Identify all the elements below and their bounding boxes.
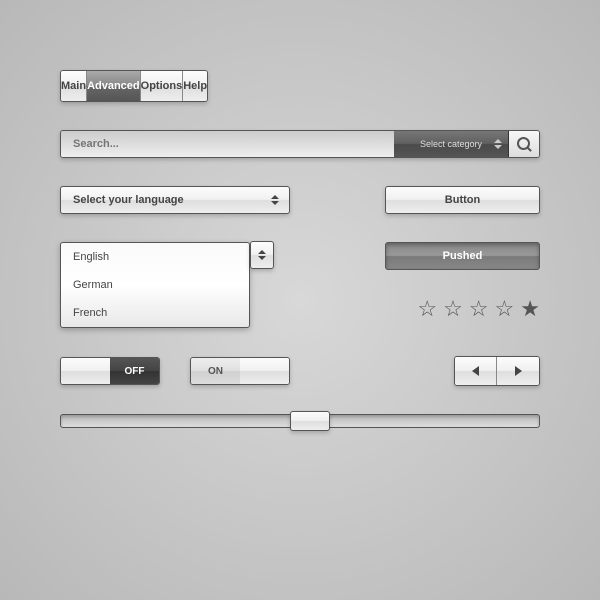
button-pushed[interactable]: Pushed <box>385 242 540 270</box>
nav-prev-button[interactable] <box>455 357 497 385</box>
toggle-label-off: OFF <box>110 358 159 384</box>
search-bar: Select category <box>60 130 540 158</box>
tab-main[interactable]: Main <box>61 71 87 101</box>
list-item[interactable]: German <box>61 271 249 299</box>
tab-advanced[interactable]: Advanced <box>87 71 141 101</box>
list-item[interactable]: English <box>61 243 249 271</box>
star-icon[interactable]: ☆ <box>417 296 437 322</box>
search-category-select[interactable]: Select category <box>394 131 509 157</box>
list-item[interactable]: French <box>61 299 249 327</box>
star-icon[interactable]: ☆ <box>443 296 463 322</box>
star-icon[interactable]: ☆ <box>469 296 489 322</box>
language-dropdown[interactable]: Select your language <box>60 186 290 214</box>
toggle-off[interactable]: OFF <box>60 357 160 385</box>
chevron-up-icon <box>258 250 266 254</box>
search-input[interactable] <box>61 131 394 157</box>
search-category-label: Select category <box>420 139 482 149</box>
nav-next-button[interactable] <box>497 357 539 385</box>
slider-thumb[interactable] <box>290 411 330 431</box>
search-button[interactable] <box>509 131 539 157</box>
nav-arrows <box>454 356 540 386</box>
language-dropdown-label: Select your language <box>73 194 184 206</box>
tab-bar: Main Advanced Options Help <box>60 70 208 102</box>
chevron-left-icon <box>472 366 479 376</box>
tab-options[interactable]: Options <box>141 71 184 101</box>
rating-stars: ☆ ☆ ☆ ☆ ★ <box>417 296 540 322</box>
toggle-label-on: ON <box>191 358 240 384</box>
button-normal[interactable]: Button <box>385 186 540 214</box>
search-icon <box>517 137 531 151</box>
tab-help[interactable]: Help <box>183 71 207 101</box>
star-icon[interactable]: ☆ <box>495 296 515 322</box>
toggle-knob <box>61 358 110 384</box>
slider-track[interactable] <box>60 414 540 428</box>
chevron-right-icon <box>515 366 522 376</box>
toggle-on[interactable]: ON <box>190 357 290 385</box>
language-listbox[interactable]: English German French <box>60 242 250 328</box>
spinner-icon <box>271 195 279 205</box>
listbox-stepper[interactable] <box>250 241 274 269</box>
toggle-knob <box>240 358 289 384</box>
star-icon[interactable]: ★ <box>520 296 540 322</box>
chevron-down-icon <box>258 256 266 260</box>
spinner-icon <box>494 139 502 149</box>
